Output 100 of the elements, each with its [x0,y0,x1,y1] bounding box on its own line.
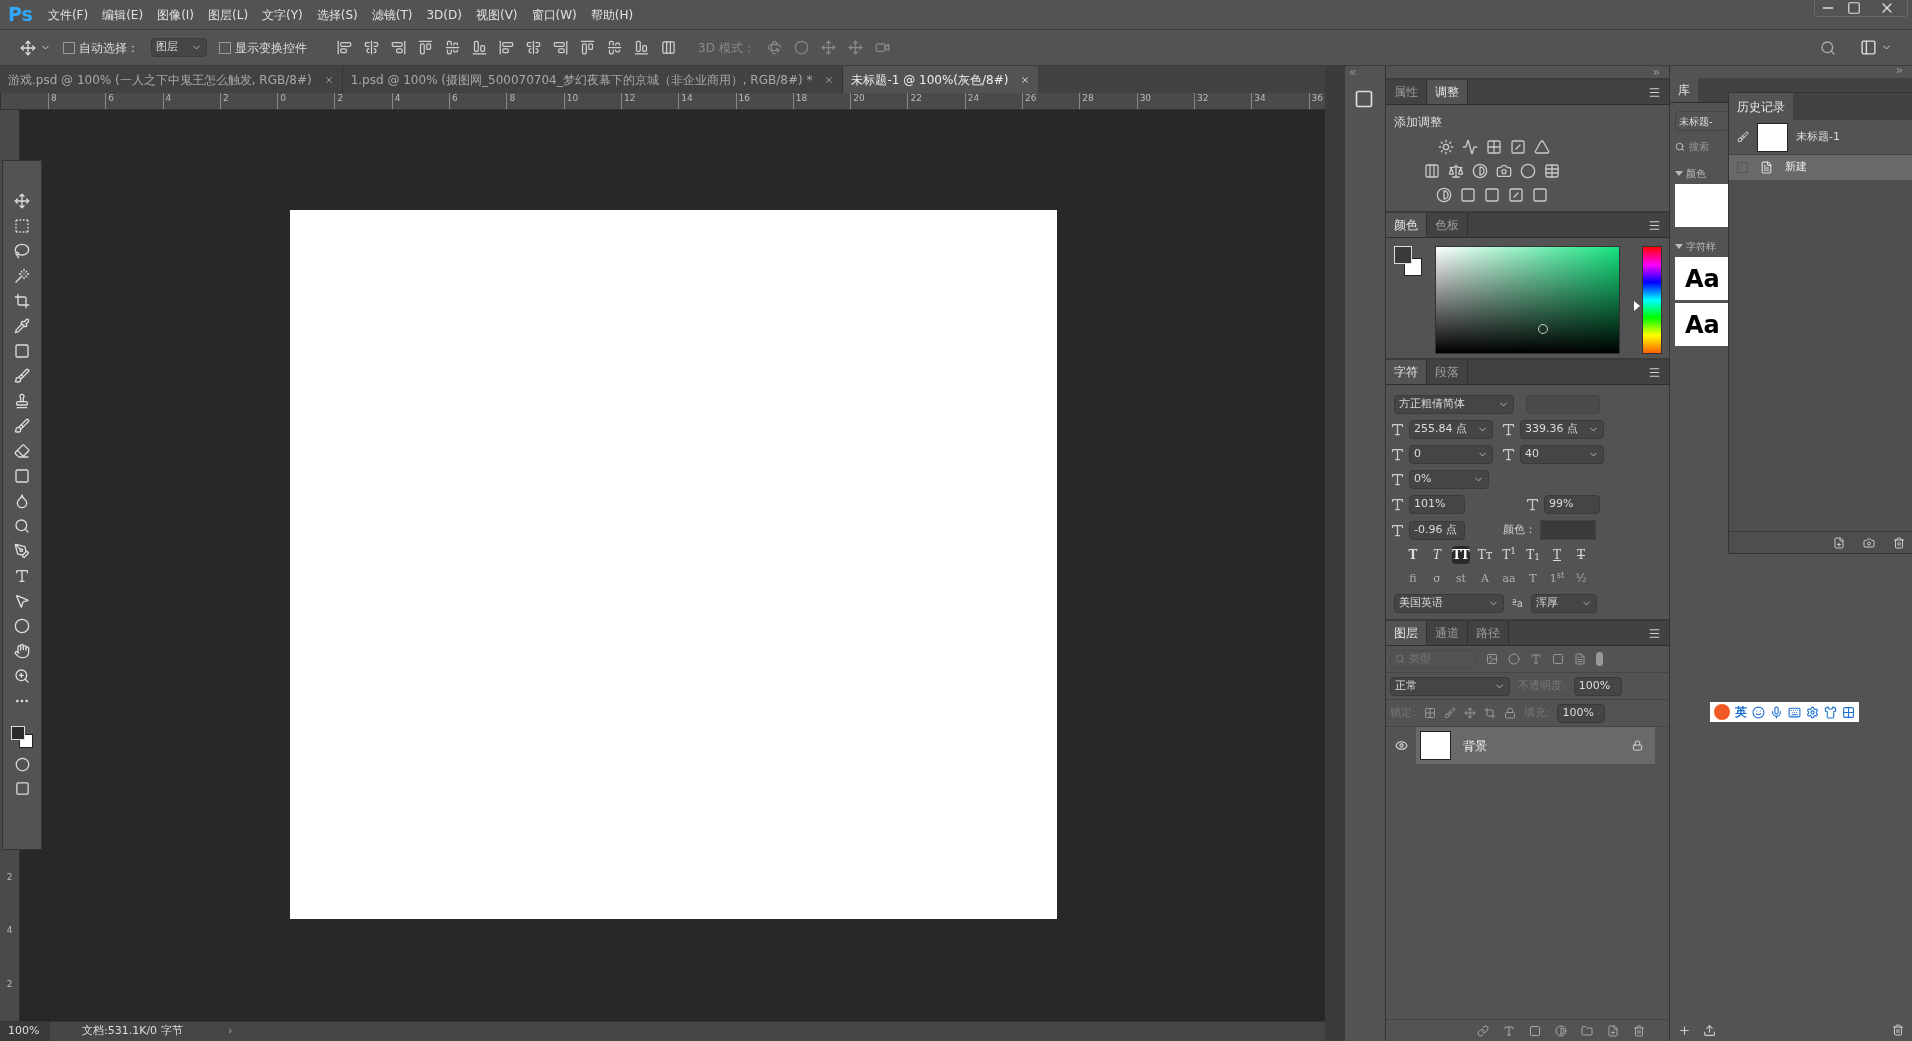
color-swatches[interactable] [1394,246,1422,276]
fill-field[interactable]: 100% [1557,703,1606,723]
menu-item[interactable]: 图层(L) [201,5,256,24]
antialias-dropdown[interactable]: 浑厚 [1530,594,1597,613]
ime-tool-icon[interactable] [1770,705,1783,719]
opentype-button[interactable]: ½ [1572,570,1590,588]
lock-option-icon[interactable] [1463,707,1476,719]
menu-item[interactable]: 帮助(H) [583,5,641,24]
eraser-icon[interactable] [14,443,30,459]
layer-action-icon[interactable] [1607,1024,1619,1037]
color-swatch[interactable] [1675,184,1731,227]
opentype-button[interactable]: st [1452,570,1470,588]
stamp-icon[interactable] [14,393,30,409]
target-dropdown[interactable]: 图层 [151,38,207,57]
crop-icon[interactable] [14,293,30,309]
panel-tab[interactable]: 图层 [1386,621,1427,645]
move-icon[interactable] [14,193,30,209]
opentype-button[interactable]: fi [1404,570,1422,588]
opacity-field[interactable]: 100% [1573,676,1622,696]
layer-action-icon[interactable] [1581,1024,1593,1037]
opentype-button[interactable]: aa [1500,570,1518,588]
value-field[interactable]: 0% [1409,470,1489,489]
eyedropper-icon[interactable] [14,318,30,334]
section-title[interactable]: 字符样 [1686,239,1716,254]
input-language[interactable]: 英 [1735,703,1747,721]
color-field[interactable] [1435,246,1620,354]
text-style-sample[interactable]: Aa [1675,303,1731,346]
panel-tab[interactable]: 调整 [1427,80,1468,104]
text-style-sample[interactable]: Aa [1675,257,1731,300]
zoom-icon[interactable] [14,668,30,684]
ime-tool-icon[interactable] [1788,705,1801,719]
add-icon[interactable] [1678,1023,1691,1037]
checkbox[interactable] [219,41,231,54]
pen-icon[interactable] [14,543,30,559]
dodge-icon[interactable] [14,518,30,534]
align-icon[interactable] [634,40,649,55]
expand-icon[interactable] [1652,67,1661,77]
marquee-icon[interactable] [14,218,30,234]
panel-tab[interactable]: 颜色 [1386,213,1427,237]
panel-menu-icon[interactable] [1648,365,1661,379]
filter-icon[interactable] [1552,653,1564,665]
value-field[interactable]: 339.36 点 [1520,420,1604,439]
new-document-icon[interactable] [1833,536,1845,549]
text-style-button[interactable]: T [1428,546,1446,564]
lock-option-icon[interactable] [1503,707,1516,719]
status-arrow[interactable]: › [220,1023,233,1040]
lock-option-icon[interactable] [1423,707,1436,719]
trash-icon[interactable] [1892,1024,1904,1036]
trash-icon[interactable] [1893,536,1905,549]
text-style-button[interactable]: T$^{1}$ [1500,546,1518,564]
search-icon[interactable] [1820,39,1836,56]
text-style-button[interactable]: T [1572,546,1590,564]
brush-icon[interactable] [14,368,30,384]
menu-item[interactable]: 3D(D) [419,5,469,24]
value-field[interactable]: 40 [1520,445,1604,464]
opentype-button[interactable]: σ [1428,570,1446,588]
menu-item[interactable]: 选择(S) [309,5,365,24]
lasso-icon[interactable] [14,243,30,259]
checkbox[interactable] [63,41,75,54]
ime-tool-icon[interactable] [1842,705,1855,719]
layer-action-icon[interactable] [1555,1024,1567,1037]
close-icon[interactable] [1020,74,1031,85]
menu-item[interactable]: 窗口(W) [524,5,584,24]
brightness-icon[interactable] [1438,139,1454,155]
opentype-button[interactable]: 1$^{st}$ [1548,570,1566,588]
expand-triangle-icon[interactable] [1675,171,1683,176]
value-field[interactable]: 101% [1409,495,1465,514]
history-brush-icon[interactable] [14,418,30,434]
document-tab[interactable]: 未标题-1 @ 100%(灰色/8#) [843,66,1039,93]
panel-tab[interactable]: 库 [1670,78,1698,102]
align-icon[interactable] [607,40,622,55]
upload-icon[interactable] [1703,1023,1716,1037]
align-icon[interactable] [337,40,352,55]
align-icon[interactable] [364,40,379,55]
menu-item[interactable]: 文字(Y) [255,5,310,24]
font-family-dropdown[interactable]: 方正粗倩简体 [1394,395,1514,414]
ime-tool-icon[interactable] [1824,705,1837,719]
value-field[interactable]: -0.96 点 [1409,520,1465,540]
color-swatches[interactable] [11,726,33,748]
text-style-button[interactable]: T$_{1}$ [1524,546,1542,564]
workspace-icon[interactable] [1860,39,1877,56]
panel-tab[interactable]: 历史记录 [1729,93,1793,120]
language-dropdown[interactable]: 美国英语 [1394,594,1504,613]
screen-mode-icon[interactable] [14,781,30,796]
value-field[interactable]: 99% [1544,495,1600,514]
panel-tab[interactable]: 路径 [1468,621,1509,645]
align-icon[interactable] [472,40,487,55]
triangle-icon[interactable] [1534,139,1550,155]
ime-tool-icon[interactable] [1752,705,1765,719]
layer-action-icon[interactable] [1477,1024,1489,1037]
panel-tab[interactable]: 通道 [1427,621,1468,645]
hand-icon[interactable] [14,643,30,659]
panel-tab[interactable]: 字符 [1386,360,1427,384]
expand-icon[interactable] [1895,66,1904,75]
align-icon[interactable] [526,40,541,55]
text-style-button[interactable]: T [1404,546,1422,564]
quick-mask-icon[interactable] [14,757,30,772]
balance-icon[interactable] [1448,163,1464,179]
text-style-button[interactable]: Tт [1476,546,1494,564]
value-field[interactable]: 0 [1409,445,1493,464]
